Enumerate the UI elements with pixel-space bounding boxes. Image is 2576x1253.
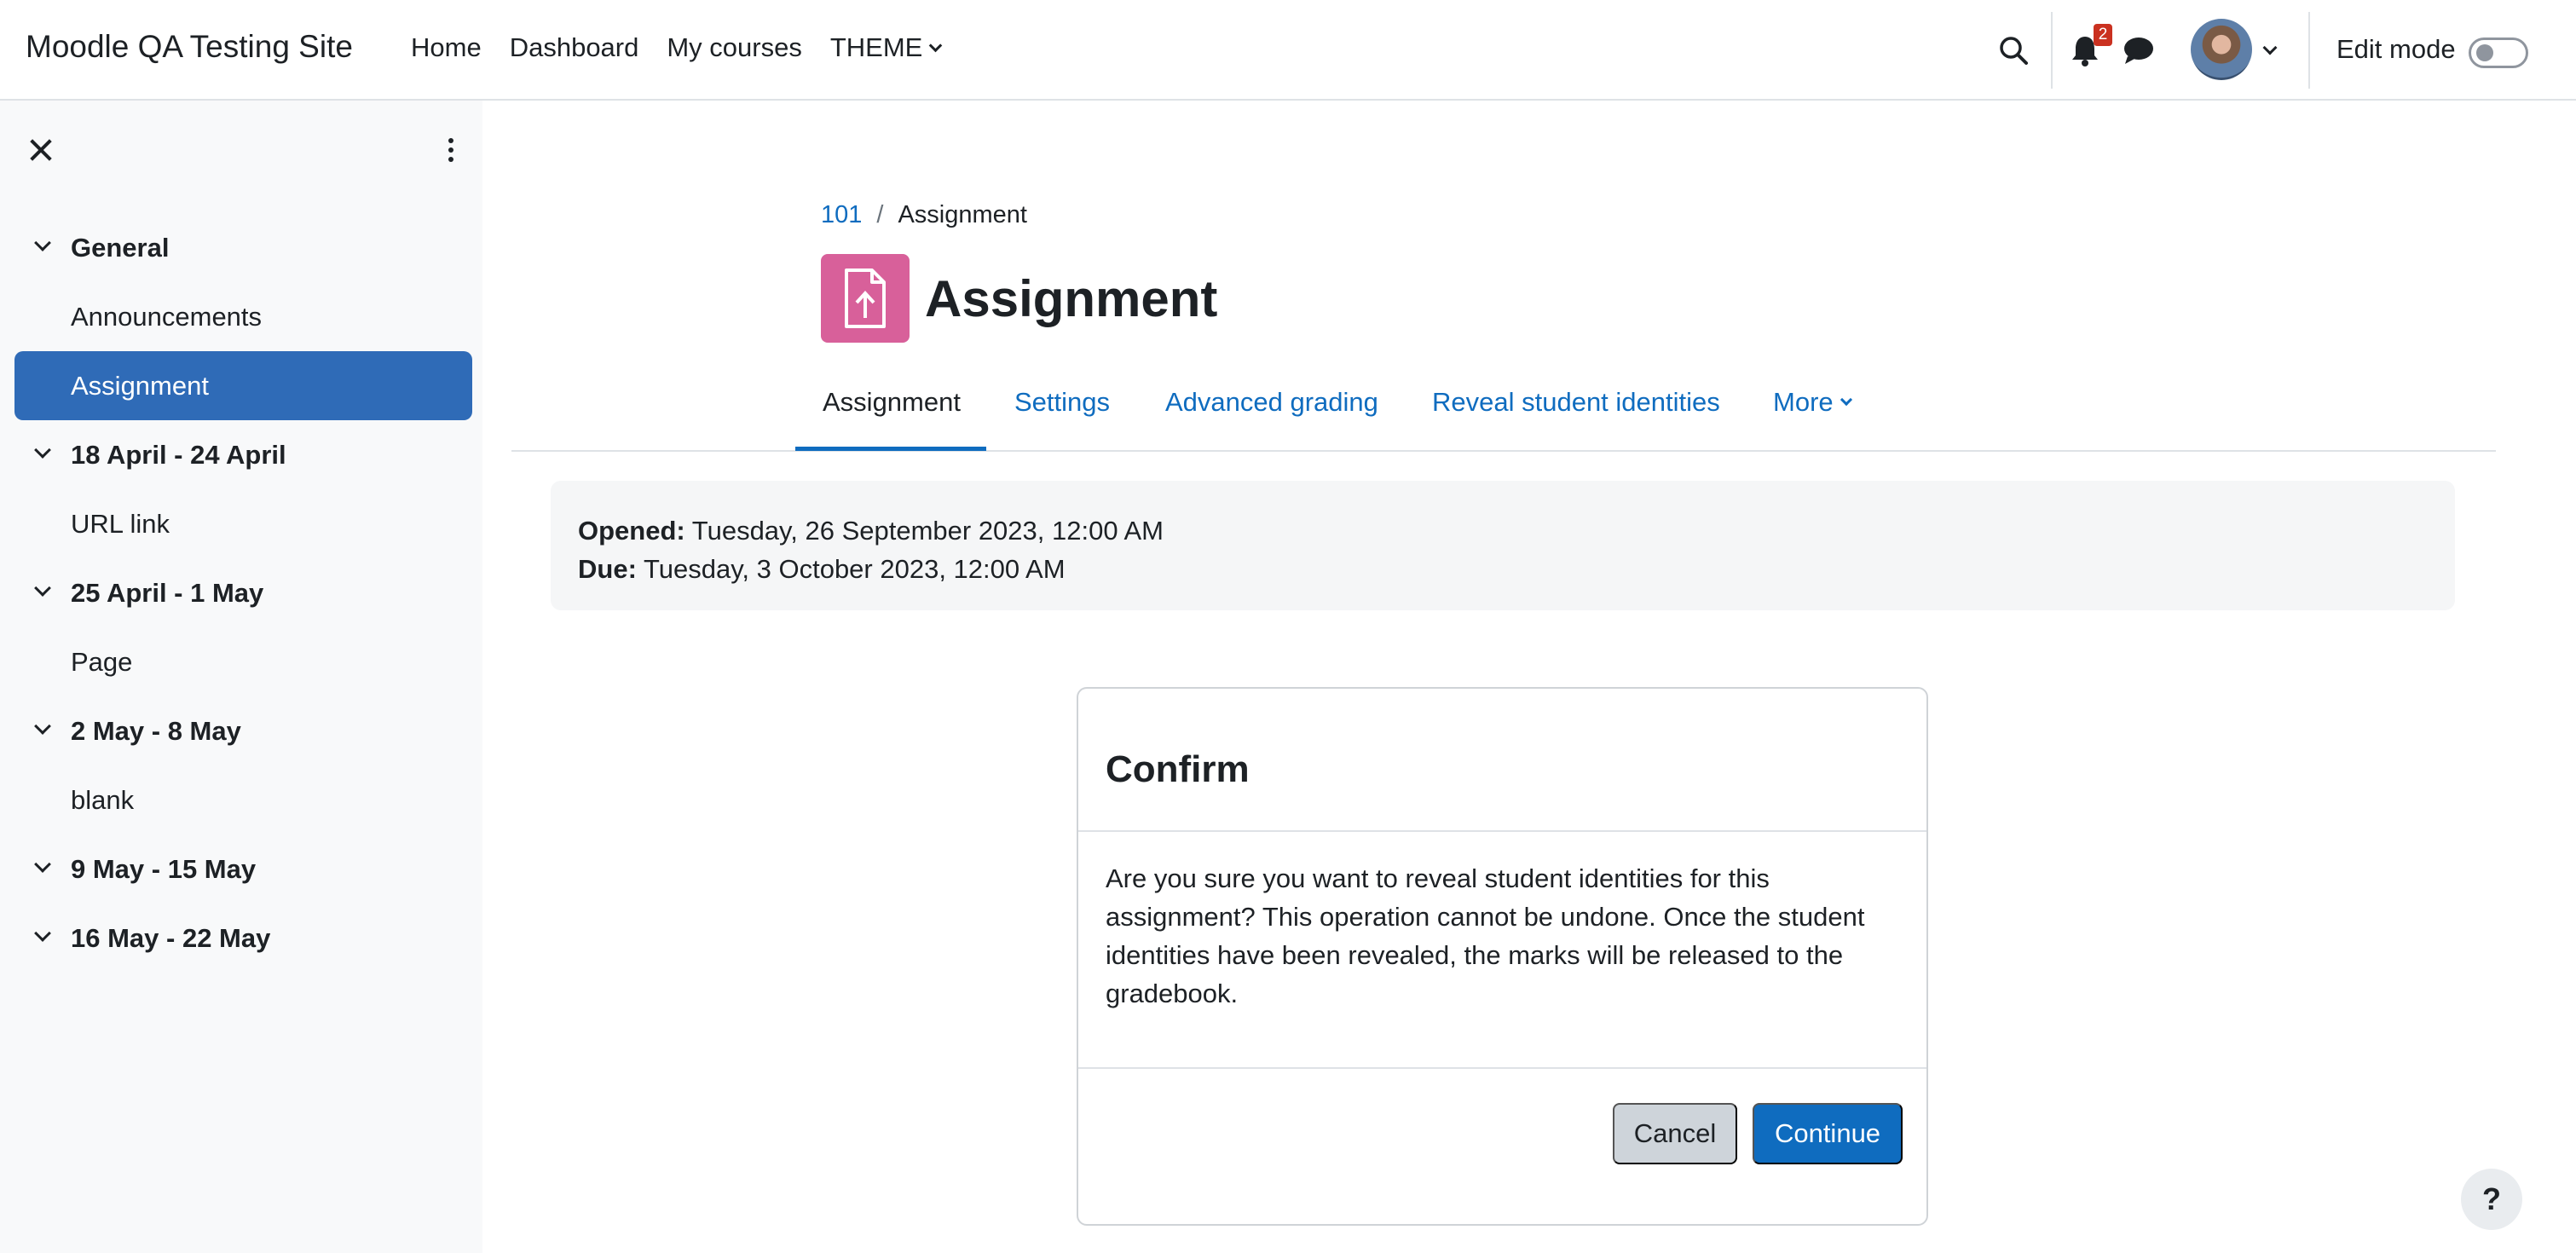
nav-link-home[interactable]: Home <box>411 32 482 63</box>
notification-count-badge: 2 <box>2094 24 2112 46</box>
chevron-down-icon[interactable] <box>34 856 51 873</box>
activity-dates: Opened: Tuesday, 26 September 2023, 12:0… <box>551 481 2455 610</box>
section-2-may-8-may[interactable]: 2 May - 8 May <box>0 696 482 765</box>
close-icon[interactable] <box>29 138 53 162</box>
section-label: 16 May - 22 May <box>71 922 271 953</box>
navbar-divider <box>2308 12 2310 89</box>
navbar-divider <box>2051 12 2053 89</box>
messages-icon[interactable] <box>2123 36 2155 65</box>
course-index: General Announcements Assignment 18 Apri… <box>0 213 482 973</box>
page-header: Assignment <box>821 254 1217 343</box>
site-name[interactable]: Moodle QA Testing Site <box>26 29 353 65</box>
section-9-may-15-may[interactable]: 9 May - 15 May <box>0 834 482 904</box>
due-date-row: Due: Tuesday, 3 October 2023, 12:00 AM <box>578 550 2428 588</box>
chevron-down-icon[interactable] <box>34 718 51 735</box>
chevron-down-icon[interactable] <box>34 925 51 942</box>
opened-value: Tuesday, 26 September 2023, 12:00 AM <box>691 516 1164 546</box>
edit-mode-label: Edit mode <box>2336 34 2456 64</box>
more-options-icon[interactable] <box>448 138 455 164</box>
chevron-down-icon[interactable] <box>34 442 51 459</box>
dialog-title: Confirm <box>1106 748 1250 790</box>
nav-link-my-courses[interactable]: My courses <box>667 32 801 63</box>
user-avatar[interactable] <box>2191 19 2252 80</box>
chevron-down-icon <box>929 38 943 52</box>
tab-settings[interactable]: Settings <box>1014 387 1110 418</box>
section-label: 18 April - 24 April <box>71 439 286 470</box>
chevron-down-icon <box>1840 393 1852 407</box>
breadcrumb: 101 / Assignment <box>821 201 1027 229</box>
page-title: Assignment <box>925 269 1218 327</box>
course-item-page[interactable]: Page <box>0 627 482 696</box>
top-navbar: Moodle QA Testing Site Home Dashboard My… <box>0 0 2576 101</box>
section-18-april-24-april[interactable]: 18 April - 24 April <box>0 420 482 489</box>
continue-button[interactable]: Continue <box>1753 1103 1903 1164</box>
section-general[interactable]: General <box>0 213 482 282</box>
primary-navigation: Home Dashboard My courses THEME <box>411 32 968 63</box>
dialog-divider <box>1078 830 1926 832</box>
nav-link-dashboard[interactable]: Dashboard <box>510 32 639 63</box>
course-item-blank[interactable]: blank <box>0 765 482 834</box>
section-label: General <box>71 232 170 263</box>
secondary-navigation: Assignment Settings Advanced grading Rev… <box>511 361 2496 452</box>
tab-reveal-student-identities[interactable]: Reveal student identities <box>1432 387 1720 418</box>
user-menu-chevron-icon[interactable] <box>2262 40 2278 55</box>
dialog-divider <box>1078 1067 1926 1069</box>
search-icon[interactable] <box>1997 34 2030 66</box>
tab-more[interactable]: More <box>1773 387 1852 418</box>
chevron-down-icon[interactable] <box>34 580 51 597</box>
breadcrumb-current: Assignment <box>898 201 1027 228</box>
toggle-knob <box>2476 44 2493 61</box>
dialog-message: Are you sure you want to reveal student … <box>1106 863 1865 1008</box>
due-value: Tuesday, 3 October 2023, 12:00 AM <box>643 554 1066 584</box>
tab-assignment[interactable]: Assignment <box>823 387 961 418</box>
course-item-assignment[interactable]: Assignment <box>14 351 472 420</box>
breadcrumb-separator: / <box>876 201 884 228</box>
help-button[interactable]: ? <box>2461 1169 2522 1230</box>
breadcrumb-course-link[interactable]: 101 <box>821 201 862 229</box>
edit-mode-toggle[interactable] <box>2469 38 2528 68</box>
section-label: 25 April - 1 May <box>71 577 264 608</box>
opened-label: Opened: <box>578 516 685 546</box>
tab-advanced-grading[interactable]: Advanced grading <box>1165 387 1378 418</box>
opened-date-row: Opened: Tuesday, 26 September 2023, 12:0… <box>578 511 2428 550</box>
course-item-announcements[interactable]: Announcements <box>0 282 482 351</box>
tab-more-label: More <box>1773 387 1834 417</box>
confirm-dialog: Confirm Are you sure you want to reveal … <box>1077 687 1928 1226</box>
section-25-april-1-may[interactable]: 25 April - 1 May <box>0 558 482 627</box>
section-16-may-22-may[interactable]: 16 May - 22 May <box>0 904 482 973</box>
cancel-button[interactable]: Cancel <box>1613 1103 1737 1164</box>
assignment-upload-icon <box>821 254 910 343</box>
nav-link-theme-label: THEME <box>829 32 923 62</box>
course-item-url-link[interactable]: URL link <box>0 489 482 558</box>
section-label: 2 May - 8 May <box>71 715 241 746</box>
active-tab-indicator <box>795 447 986 451</box>
course-index-drawer: General Announcements Assignment 18 Apri… <box>0 101 482 1253</box>
nav-link-theme[interactable]: THEME <box>829 32 943 63</box>
chevron-down-icon[interactable] <box>34 234 51 251</box>
section-label: 9 May - 15 May <box>71 853 257 884</box>
due-label: Due: <box>578 554 637 584</box>
